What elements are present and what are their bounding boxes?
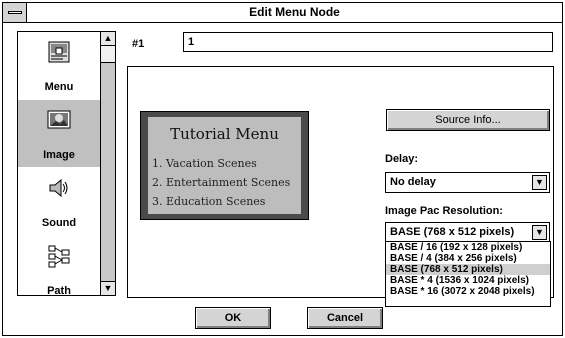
sidebar-item-path[interactable]: Path <box>18 236 100 296</box>
sidebar-item-sound[interactable]: Sound <box>18 168 100 235</box>
sidebar-item-label: Menu <box>44 81 74 93</box>
sidebar-item-label: Sound <box>41 217 77 229</box>
resolution-option[interactable]: BASE * 16 (3072 x 2048 pixels) <box>386 286 550 297</box>
ok-button[interactable]: OK <box>195 307 271 329</box>
preview-line: 3. Education Scenes <box>152 195 266 208</box>
system-menu-button[interactable] <box>3 3 27 22</box>
window-title: Edit Menu Node <box>249 5 340 19</box>
dropdown-arrow-icon[interactable]: ▼ <box>532 225 547 240</box>
resolution-select[interactable]: BASE (768 x 512 pixels) ▼ <box>385 222 550 242</box>
resolution-dropdown-list: BASE / 16 (192 x 128 pixels) BASE / 4 (3… <box>385 241 551 307</box>
sidebar-item-menu[interactable]: Menu <box>18 32 100 99</box>
resolution-option[interactable]: BASE * 4 (1536 x 1024 pixels) <box>386 275 550 286</box>
preview-line: 1. Vacation Scenes <box>152 157 257 170</box>
delay-value: No delay <box>390 176 436 188</box>
resolution-option[interactable]: BASE / 4 (384 x 256 pixels) <box>386 253 550 264</box>
sidebar-item-label: Image <box>43 149 75 161</box>
resolution-label: Image Pac Resolution: <box>385 205 503 217</box>
scroll-thumb[interactable] <box>101 46 115 63</box>
sidebar-item-label: Path <box>47 285 71 296</box>
node-type-list: Menu Image Sound Path ▲ ▼ <box>17 31 116 296</box>
dropdown-arrow-icon[interactable]: ▼ <box>532 175 547 190</box>
source-info-button[interactable]: Source Info... <box>386 109 550 131</box>
path-icon <box>48 245 70 268</box>
sidebar-item-image[interactable]: Image <box>18 100 100 167</box>
resolution-value: BASE (768 x 512 pixels) <box>390 226 515 238</box>
image-preview: Tutorial Menu 1. Vacation Scenes 2. Ente… <box>140 111 309 220</box>
menu-icon <box>48 41 70 63</box>
resolution-option-selected[interactable]: BASE (768 x 512 pixels) <box>386 264 550 275</box>
speaker-icon <box>49 178 68 198</box>
image-icon <box>47 110 71 129</box>
node-number-field[interactable]: 1 <box>183 32 553 52</box>
delay-select[interactable]: No delay ▼ <box>385 172 550 193</box>
node-number-label: #1 <box>132 38 145 50</box>
scroll-down-arrow-icon[interactable]: ▼ <box>101 281 115 295</box>
image-settings-panel: Tutorial Menu 1. Vacation Scenes 2. Ente… <box>127 66 554 307</box>
title-bar: Edit Menu Node <box>3 3 562 23</box>
scroll-up-arrow-icon[interactable]: ▲ <box>101 32 115 46</box>
preview-line: 2. Entertainment Scenes <box>152 176 291 189</box>
resolution-option[interactable]: BASE / 16 (192 x 128 pixels) <box>386 242 550 253</box>
node-type-scrollbar[interactable]: ▲ ▼ <box>100 32 115 295</box>
preview-title: Tutorial Menu <box>170 125 279 143</box>
cancel-button[interactable]: Cancel <box>307 307 383 329</box>
delay-label: Delay: <box>385 153 419 165</box>
